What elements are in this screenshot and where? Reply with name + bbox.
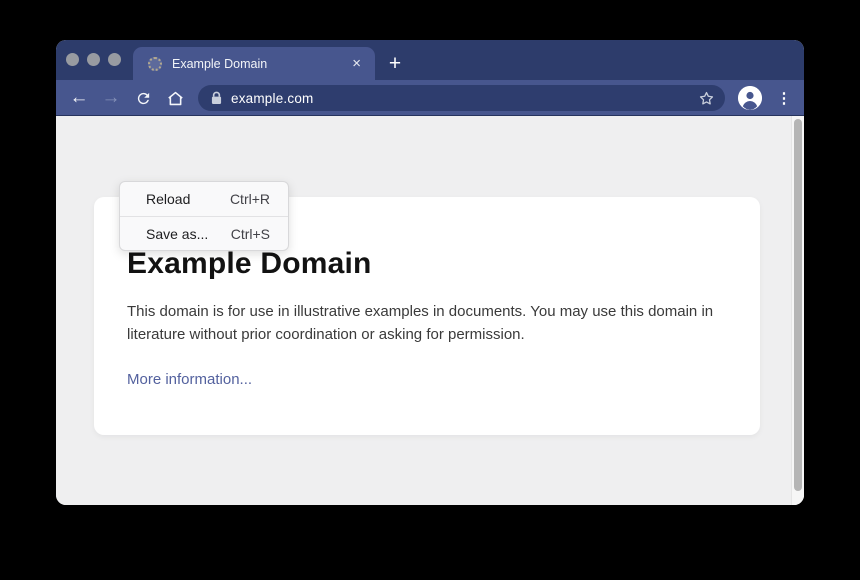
reload-icon <box>135 90 152 107</box>
more-information-link[interactable]: More information... <box>127 371 252 388</box>
menu-item-label: Save as... <box>146 226 208 242</box>
favicon-icon <box>148 57 162 71</box>
profile-button[interactable] <box>738 86 762 110</box>
window-zoom-button[interactable] <box>108 53 121 66</box>
menu-item-label: Reload <box>146 191 190 207</box>
page-viewport: Reload Ctrl+R Save as... Ctrl+S Example … <box>56 116 804 505</box>
toolbar: ← → example.com <box>56 80 804 116</box>
home-button[interactable] <box>160 80 190 116</box>
plus-icon: + <box>389 52 401 76</box>
forward-button[interactable]: → <box>96 80 126 116</box>
tab-title: Example Domain <box>172 57 350 71</box>
browser-window: Example Domain × + ← → <box>56 40 804 505</box>
titlebar: Example Domain × + <box>56 40 804 80</box>
context-menu: Reload Ctrl+R Save as... Ctrl+S <box>119 181 289 251</box>
tab-close-icon[interactable]: × <box>350 54 363 73</box>
page-paragraph: This domain is for use in illustrative e… <box>127 301 719 347</box>
window-controls <box>66 53 121 66</box>
forward-arrow-icon: → <box>102 87 121 109</box>
browser-menu-button[interactable]: ⋮ <box>771 80 797 116</box>
window-close-button[interactable] <box>66 53 79 66</box>
url-text: example.com <box>231 91 698 106</box>
back-button[interactable]: ← <box>64 80 94 116</box>
star-icon <box>698 90 715 107</box>
bookmark-star-button[interactable] <box>698 90 715 107</box>
menu-item-shortcut: Ctrl+R <box>230 191 270 207</box>
lock-icon <box>211 91 222 105</box>
reload-button[interactable] <box>128 80 158 116</box>
scrollbar-track[interactable] <box>791 116 804 505</box>
address-bar[interactable]: example.com <box>198 85 725 111</box>
context-menu-item-reload[interactable]: Reload Ctrl+R <box>120 182 288 216</box>
home-icon <box>166 89 185 108</box>
context-menu-item-save-as[interactable]: Save as... Ctrl+S <box>120 216 288 250</box>
back-arrow-icon: ← <box>70 87 89 109</box>
avatar-icon <box>738 86 762 110</box>
page-title: Example Domain <box>127 247 728 281</box>
menu-item-shortcut: Ctrl+S <box>231 226 270 242</box>
scrollbar-thumb[interactable] <box>794 119 802 491</box>
kebab-menu-icon: ⋮ <box>777 89 792 107</box>
new-tab-button[interactable]: + <box>375 47 415 80</box>
window-minimize-button[interactable] <box>87 53 100 66</box>
browser-tab[interactable]: Example Domain × <box>133 47 375 80</box>
